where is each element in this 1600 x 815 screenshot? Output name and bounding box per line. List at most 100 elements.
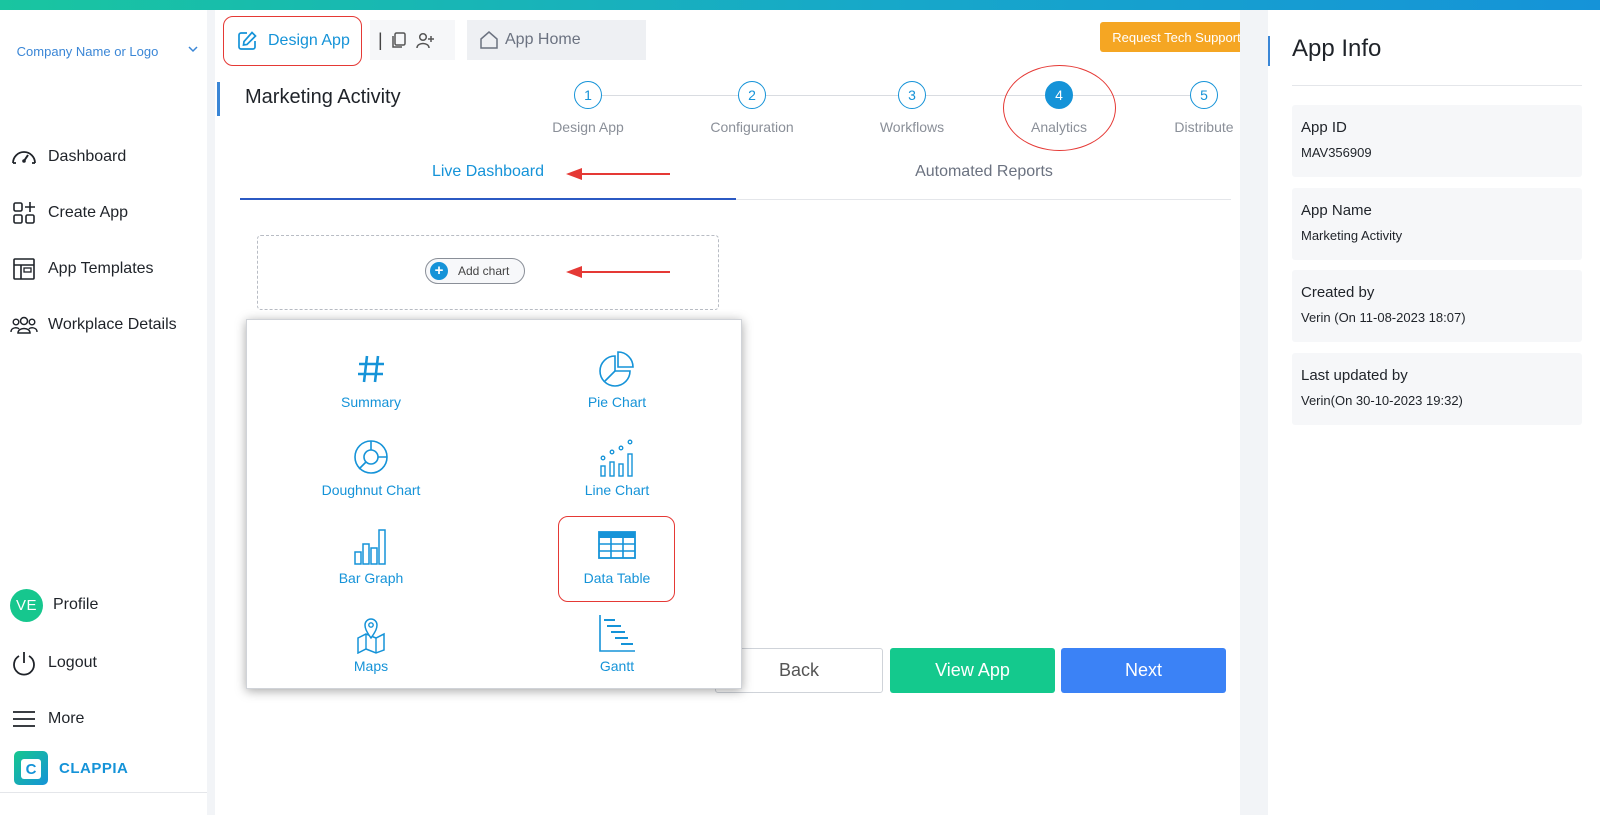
chart-option-label: Pie Chart bbox=[587, 394, 647, 410]
step-workflows[interactable]: 3 Workflows bbox=[857, 81, 967, 135]
pie-chart-icon bbox=[599, 351, 634, 387]
chart-option-pie-chart[interactable]: Pie Chart bbox=[542, 348, 692, 410]
templates-icon bbox=[13, 258, 35, 280]
tab-divider bbox=[736, 199, 1231, 200]
data-table-highlight bbox=[558, 516, 675, 602]
sidebar-item-profile[interactable]: VE Profile bbox=[10, 588, 98, 622]
chart-option-doughnut-chart[interactable]: Doughnut Chart bbox=[296, 436, 446, 498]
tab-app-home[interactable]: App Home bbox=[467, 20, 646, 60]
step-number: 1 bbox=[574, 81, 602, 109]
info-value: Verin(On 30-10-2023 19:32) bbox=[1301, 393, 1463, 408]
sidebar-item-label: Profile bbox=[53, 596, 99, 613]
sidebar-item-label: Dashboard bbox=[48, 148, 127, 165]
chart-option-line-chart[interactable]: Line Chart bbox=[542, 436, 692, 498]
step-label: Configuration bbox=[710, 119, 794, 135]
chart-option-label: Summary bbox=[341, 394, 401, 410]
next-button[interactable]: Next bbox=[1061, 648, 1226, 693]
sidebar-item-label: Workplace Details bbox=[48, 316, 177, 333]
step-label: Design App bbox=[552, 119, 624, 135]
chart-option-label: Doughnut Chart bbox=[321, 482, 421, 498]
hash-icon bbox=[358, 355, 384, 383]
people-icon bbox=[10, 316, 38, 334]
info-card-app-name: App Name Marketing Activity bbox=[1292, 188, 1582, 260]
company-logo[interactable]: Company Name or Logo bbox=[0, 40, 175, 63]
avatar: VE bbox=[10, 588, 43, 622]
line-chart-icon bbox=[600, 439, 633, 477]
tab-label: Design App bbox=[268, 32, 350, 49]
bar-graph-icon bbox=[354, 529, 386, 565]
info-key: Created by bbox=[1301, 284, 1375, 301]
title-accent bbox=[1268, 36, 1270, 66]
analytics-highlight-circle bbox=[1003, 65, 1116, 151]
sidebar-item-logout[interactable]: Logout bbox=[10, 648, 97, 678]
top-gradient-strip bbox=[0, 0, 1600, 10]
sidebar-item-label: More bbox=[48, 710, 85, 727]
add-user-icon[interactable] bbox=[415, 30, 435, 50]
plus-icon: + bbox=[430, 262, 448, 280]
menu-icon bbox=[13, 711, 35, 727]
sidebar-item-label: Create App bbox=[48, 204, 129, 221]
doughnut-chart-icon bbox=[354, 440, 388, 474]
title-accent bbox=[217, 82, 220, 116]
home-icon bbox=[480, 31, 498, 49]
tab-label: App Home bbox=[505, 31, 581, 48]
brand-logo: C CLAPPIA bbox=[14, 748, 128, 788]
sidebar-item-workplace-details[interactable]: Workplace Details bbox=[10, 310, 177, 340]
divider bbox=[1292, 85, 1582, 86]
chart-option-maps[interactable]: Maps bbox=[296, 612, 446, 674]
sidebar-item-more[interactable]: More bbox=[10, 704, 84, 734]
step-number: 3 bbox=[898, 81, 926, 109]
tab-live-dashboard[interactable]: Live Dashboard bbox=[388, 163, 588, 181]
info-key: App ID bbox=[1301, 119, 1347, 136]
chart-option-summary[interactable]: Summary bbox=[296, 348, 446, 410]
step-label: Workflows bbox=[879, 119, 945, 135]
sidebar-item-label: App Templates bbox=[48, 260, 154, 277]
add-chart-label: Add chart bbox=[458, 264, 510, 278]
create-app-icon bbox=[13, 202, 35, 224]
right-panel-gutter bbox=[1240, 10, 1268, 815]
chart-option-bar-graph[interactable]: Bar Graph bbox=[296, 524, 446, 586]
app-info-title: App Info bbox=[1292, 35, 1382, 62]
step-number: 5 bbox=[1190, 81, 1218, 109]
chart-option-label: Maps bbox=[353, 658, 389, 674]
info-value: Verin (On 11-08-2023 18:07) bbox=[1301, 310, 1466, 325]
info-key: Last updated by bbox=[1301, 367, 1408, 384]
clappia-logo-icon: C bbox=[14, 751, 48, 785]
chart-option-label: Gantt bbox=[599, 658, 635, 674]
gauge-icon bbox=[12, 151, 36, 164]
page-title: Marketing Activity bbox=[245, 86, 401, 108]
chevron-down-icon[interactable] bbox=[186, 42, 200, 56]
view-app-button[interactable]: View App bbox=[890, 648, 1055, 693]
info-value: MAV356909 bbox=[1301, 145, 1372, 160]
chart-option-label: Line Chart bbox=[584, 482, 650, 498]
copy-icon[interactable] bbox=[389, 30, 409, 50]
sidebar-item-create-app[interactable]: Create App bbox=[10, 198, 128, 228]
add-chart-button[interactable]: + Add chart bbox=[425, 258, 525, 284]
chart-option-gantt[interactable]: Gantt bbox=[542, 612, 692, 674]
request-tech-support-button[interactable]: Request Tech Support bbox=[1100, 22, 1253, 52]
separator: | bbox=[378, 29, 383, 50]
sidebar-gutter bbox=[207, 10, 215, 815]
tab-automated-reports[interactable]: Automated Reports bbox=[884, 163, 1084, 181]
active-tab-underline bbox=[240, 198, 736, 200]
sidebar-item-label: Logout bbox=[48, 654, 97, 671]
step-configuration[interactable]: 2 Configuration bbox=[697, 81, 807, 135]
sidebar-item-dashboard[interactable]: Dashboard bbox=[10, 142, 126, 172]
info-card-last-updated-by: Last updated by Verin(On 30-10-2023 19:3… bbox=[1292, 353, 1582, 425]
edit-icon bbox=[238, 31, 257, 50]
info-value: Marketing Activity bbox=[1301, 228, 1403, 243]
gantt-icon bbox=[599, 615, 635, 652]
divider bbox=[0, 792, 207, 793]
brand-name: CLAPPIA bbox=[59, 759, 129, 777]
tab-tools: | bbox=[370, 20, 455, 60]
info-key: App Name bbox=[1301, 202, 1372, 219]
info-card-created-by: Created by Verin (On 11-08-2023 18:07) bbox=[1292, 270, 1582, 342]
step-design-app[interactable]: 1 Design App bbox=[533, 81, 643, 135]
arrow-left-icon bbox=[566, 168, 670, 180]
map-icon bbox=[357, 618, 385, 654]
tab-design-app[interactable]: Design App bbox=[223, 16, 362, 66]
info-card-app-id: App ID MAV356909 bbox=[1292, 105, 1582, 177]
sidebar: Company Name or Logo Dashboard Create Ap… bbox=[0, 10, 207, 815]
sidebar-item-app-templates[interactable]: App Templates bbox=[10, 254, 154, 284]
power-icon bbox=[13, 652, 35, 676]
